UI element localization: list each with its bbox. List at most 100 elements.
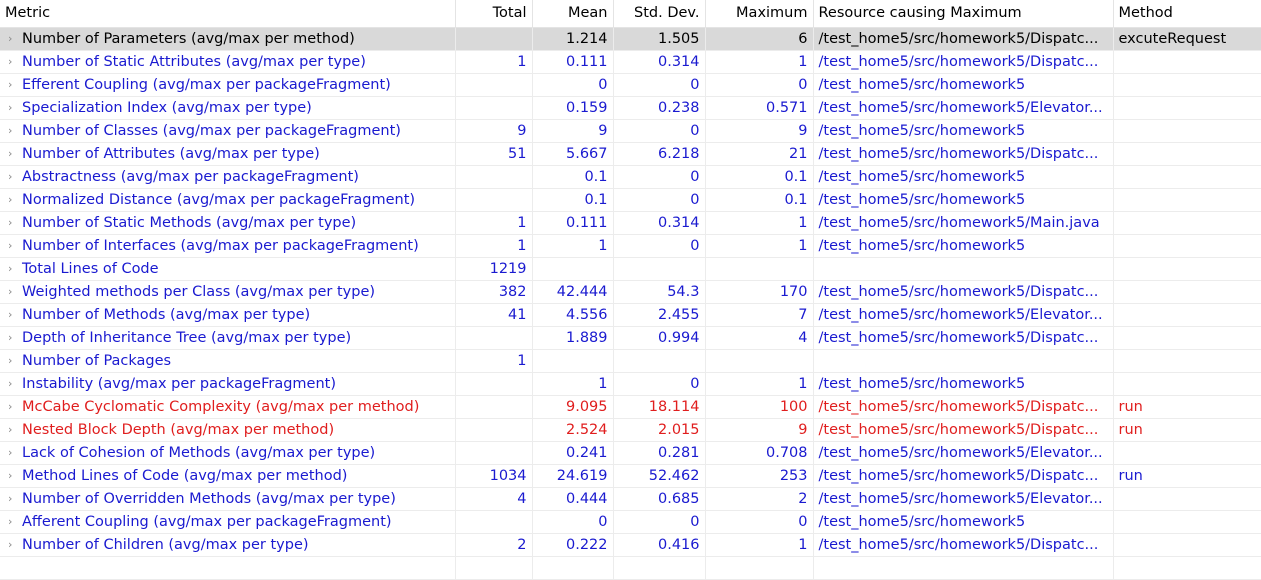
- mean-cell: 2.524: [532, 418, 614, 442]
- table-row[interactable]: › Number of Classes (avg/max per packageF…: [0, 119, 1261, 143]
- metric-cell[interactable]: › Normalized Distance (avg/max per packag…: [0, 188, 456, 212]
- chevron-right-icon[interactable]: ›: [8, 147, 22, 160]
- metric-cell[interactable]: › Efferent Coupling (avg/max per packageF…: [0, 73, 456, 97]
- chevron-right-icon[interactable]: ›: [8, 400, 22, 413]
- chevron-right-icon[interactable]: ›: [8, 285, 22, 298]
- metric-cell[interactable]: › Total Lines of Code: [0, 257, 456, 281]
- metric-cell[interactable]: › Specialization Index (avg/max per type): [0, 96, 456, 120]
- table-row[interactable]: › Efferent Coupling (avg/max per packageF…: [0, 73, 1261, 97]
- table-row[interactable]: › Weighted methods per Class (avg/max per…: [0, 280, 1261, 304]
- table-row[interactable]: › Afferent Coupling (avg/max per packageF…: [0, 510, 1261, 534]
- column-header-total[interactable]: Total: [455, 0, 533, 28]
- metric-cell[interactable]: › Number of Attributes (avg/max per type): [0, 142, 456, 166]
- chevron-right-icon[interactable]: ›: [8, 101, 22, 114]
- metric-cell[interactable]: › Number of Overridden Methods (avg/max p…: [0, 487, 456, 511]
- mean-cell: 0.111: [532, 50, 614, 74]
- chevron-right-icon[interactable]: ›: [8, 262, 22, 275]
- metric-cell[interactable]: › Number of Parameters (avg/max per metho…: [0, 27, 456, 51]
- chevron-right-icon[interactable]: ›: [8, 32, 22, 45]
- table-row[interactable]: › Number of Static Methods (avg/max per t…: [0, 211, 1261, 235]
- metric-cell[interactable]: › McCabe Cyclomatic Complexity (avg/max p…: [0, 395, 456, 419]
- column-header-method[interactable]: Method: [1113, 0, 1261, 28]
- stddev-cell: 0.238: [613, 96, 706, 120]
- maximum-cell: 253: [705, 464, 814, 488]
- table-row[interactable]: › Lack of Cohesion of Methods (avg/max pe…: [0, 441, 1261, 465]
- chevron-right-icon[interactable]: ›: [8, 55, 22, 68]
- maximum-cell: [705, 349, 814, 373]
- metric-cell[interactable]: › Lack of Cohesion of Methods (avg/max pe…: [0, 441, 456, 465]
- table-row[interactable]: › Nested Block Depth (avg/max per method)…: [0, 418, 1261, 442]
- table-row[interactable]: › Number of Children (avg/max per type) 2 0…: [0, 533, 1261, 557]
- metric-cell[interactable]: › Nested Block Depth (avg/max per method): [0, 418, 456, 442]
- maximum-cell: [705, 257, 814, 281]
- column-header-resource[interactable]: Resource causing Maximum: [813, 0, 1114, 28]
- table-row[interactable]: › Normalized Distance (avg/max per packag…: [0, 188, 1261, 212]
- chevron-right-icon[interactable]: ›: [8, 515, 22, 528]
- table-row[interactable]: › McCabe Cyclomatic Complexity (avg/max p…: [0, 395, 1261, 419]
- chevron-right-icon[interactable]: ›: [8, 216, 22, 229]
- total-cell: 2: [455, 533, 533, 557]
- chevron-right-icon[interactable]: ›: [8, 469, 22, 482]
- table-row[interactable]: › Method Lines of Code (avg/max per metho…: [0, 464, 1261, 488]
- maximum-cell: 0.1: [705, 165, 814, 189]
- chevron-right-icon[interactable]: ›: [8, 331, 22, 344]
- method-cell: [1113, 188, 1261, 212]
- chevron-right-icon[interactable]: ›: [8, 170, 22, 183]
- total-cell: 1: [455, 211, 533, 235]
- method-cell: [1113, 165, 1261, 189]
- chevron-right-icon[interactable]: ›: [8, 193, 22, 206]
- column-header-maximum[interactable]: Maximum: [705, 0, 814, 28]
- maximum-cell: 1: [705, 234, 814, 258]
- total-cell: 1: [455, 349, 533, 373]
- metric-cell[interactable]: › Number of Classes (avg/max per packageF…: [0, 119, 456, 143]
- metric-cell[interactable]: › Afferent Coupling (avg/max per packageF…: [0, 510, 456, 534]
- table-row[interactable]: › Total Lines of Code 1219: [0, 257, 1261, 281]
- metric-cell[interactable]: › Number of Static Methods (avg/max per t…: [0, 211, 456, 235]
- chevron-right-icon[interactable]: ›: [8, 492, 22, 505]
- total-cell: [455, 73, 533, 97]
- metric-cell[interactable]: › Instability (avg/max per packageFragmen…: [0, 372, 456, 396]
- metric-cell[interactable]: › Depth of Inheritance Tree (avg/max per …: [0, 326, 456, 350]
- metric-name: Number of Overridden Methods (avg/max pe…: [22, 490, 396, 507]
- maximum-cell: 9: [705, 418, 814, 442]
- column-header-metric[interactable]: Metric: [0, 0, 456, 28]
- chevron-right-icon[interactable]: ›: [8, 354, 22, 367]
- chevron-right-icon[interactable]: ›: [8, 423, 22, 436]
- table-row[interactable]: › Number of Methods (avg/max per type) 41 4…: [0, 303, 1261, 327]
- column-header-mean[interactable]: Mean: [532, 0, 614, 28]
- column-header-stddev[interactable]: Std. Dev.: [613, 0, 706, 28]
- empty-cell: [613, 556, 706, 580]
- metric-cell[interactable]: › Number of Methods (avg/max per type): [0, 303, 456, 327]
- table-row[interactable]: › Number of Attributes (avg/max per type)…: [0, 142, 1261, 166]
- chevron-right-icon[interactable]: ›: [8, 377, 22, 390]
- table-row[interactable]: › Instability (avg/max per packageFragmen…: [0, 372, 1261, 396]
- resource-cell: [813, 257, 1114, 281]
- chevron-right-icon[interactable]: ›: [8, 124, 22, 137]
- chevron-right-icon[interactable]: ›: [8, 308, 22, 321]
- metric-cell[interactable]: › Number of Static Attributes (avg/max pe…: [0, 50, 456, 74]
- chevron-right-icon[interactable]: ›: [8, 538, 22, 551]
- table-row[interactable]: › Number of Overridden Methods (avg/max p…: [0, 487, 1261, 511]
- table-row[interactable]: › Depth of Inheritance Tree (avg/max per …: [0, 326, 1261, 350]
- metric-name: Number of Classes (avg/max per packageFr…: [22, 122, 401, 139]
- mean-cell: 4.556: [532, 303, 614, 327]
- table-row[interactable]: › Number of Static Attributes (avg/max pe…: [0, 50, 1261, 74]
- chevron-right-icon[interactable]: ›: [8, 239, 22, 252]
- table-row[interactable]: › Abstractness (avg/max per packageFragme…: [0, 165, 1261, 189]
- metric-cell[interactable]: › Number of Packages: [0, 349, 456, 373]
- table-row[interactable]: › Number of Interfaces (avg/max per packa…: [0, 234, 1261, 258]
- chevron-right-icon[interactable]: ›: [8, 446, 22, 459]
- table-row[interactable]: › Number of Packages 1: [0, 349, 1261, 373]
- resource-cell: /test_home5/src/homework5: [813, 188, 1114, 212]
- metric-cell[interactable]: › Weighted methods per Class (avg/max per…: [0, 280, 456, 304]
- chevron-right-icon[interactable]: ›: [8, 78, 22, 91]
- metrics-table: Metric Total Mean Std. Dev. Maximum Reso…: [0, 0, 1261, 580]
- metric-cell[interactable]: › Number of Interfaces (avg/max per packa…: [0, 234, 456, 258]
- metric-cell[interactable]: › Method Lines of Code (avg/max per metho…: [0, 464, 456, 488]
- metric-cell[interactable]: › Number of Children (avg/max per type): [0, 533, 456, 557]
- metric-cell[interactable]: › Abstractness (avg/max per packageFragme…: [0, 165, 456, 189]
- stddev-cell: 0: [613, 73, 706, 97]
- table-row[interactable]: › Number of Parameters (avg/max per metho…: [0, 27, 1261, 51]
- table-row[interactable]: › Specialization Index (avg/max per type)…: [0, 96, 1261, 120]
- method-cell: [1113, 487, 1261, 511]
